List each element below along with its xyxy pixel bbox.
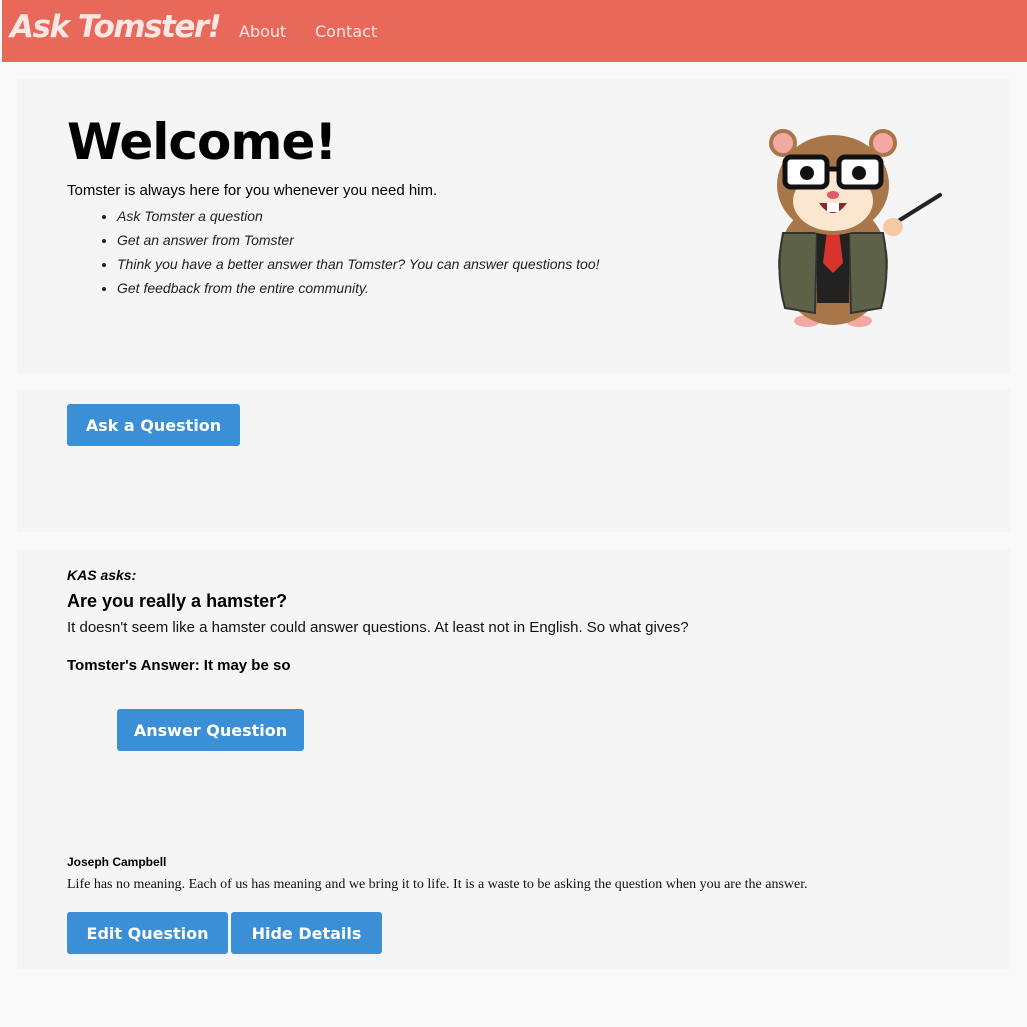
quote-text: Life has no meaning. Each of us has mean… — [67, 877, 808, 892]
welcome-panel: Welcome! Tomster is always here for you … — [17, 79, 1010, 374]
nav-link-contact[interactable]: Contact — [315, 22, 377, 41]
hide-details-button[interactable]: Hide Details — [231, 912, 382, 954]
brand-logo[interactable]: Ask Tomster! — [10, 9, 222, 45]
tomster-mascot-icon — [769, 129, 942, 327]
feature-item: Think you have a better answer than Toms… — [117, 252, 600, 276]
feature-item: Ask Tomster a question — [117, 204, 600, 228]
question-asker: KAS asks: — [67, 567, 137, 583]
answer-line: Tomster's Answer: It may be so — [67, 657, 290, 674]
question-panel: KAS asks: Are you really a hamster? It d… — [17, 549, 1010, 969]
answer-question-button[interactable]: Answer Question — [117, 709, 304, 751]
feature-list: Ask Tomster a question Get an answer fro… — [67, 204, 600, 300]
ask-panel: Ask a Question — [17, 389, 1010, 532]
question-title: Are you really a hamster? — [67, 591, 288, 611]
welcome-title: Welcome! — [67, 113, 337, 171]
feature-item: Get an answer from Tomster — [117, 228, 600, 252]
edit-question-button[interactable]: Edit Question — [67, 912, 228, 954]
nav-link-about[interactable]: About — [239, 22, 286, 41]
question-body: It doesn't seem like a hamster could ans… — [67, 619, 689, 636]
answer-prefix: Tomster's Answer: — [67, 657, 200, 674]
quote-author: Joseph Campbell — [67, 855, 167, 869]
ask-question-button[interactable]: Ask a Question — [67, 404, 240, 446]
welcome-lead: Tomster is always here for you whenever … — [67, 182, 438, 199]
answer-text: It may be so — [203, 657, 291, 674]
navbar: Ask Tomster! About Contact — [2, 0, 1027, 62]
feature-item: Get feedback from the entire community. — [117, 276, 600, 300]
